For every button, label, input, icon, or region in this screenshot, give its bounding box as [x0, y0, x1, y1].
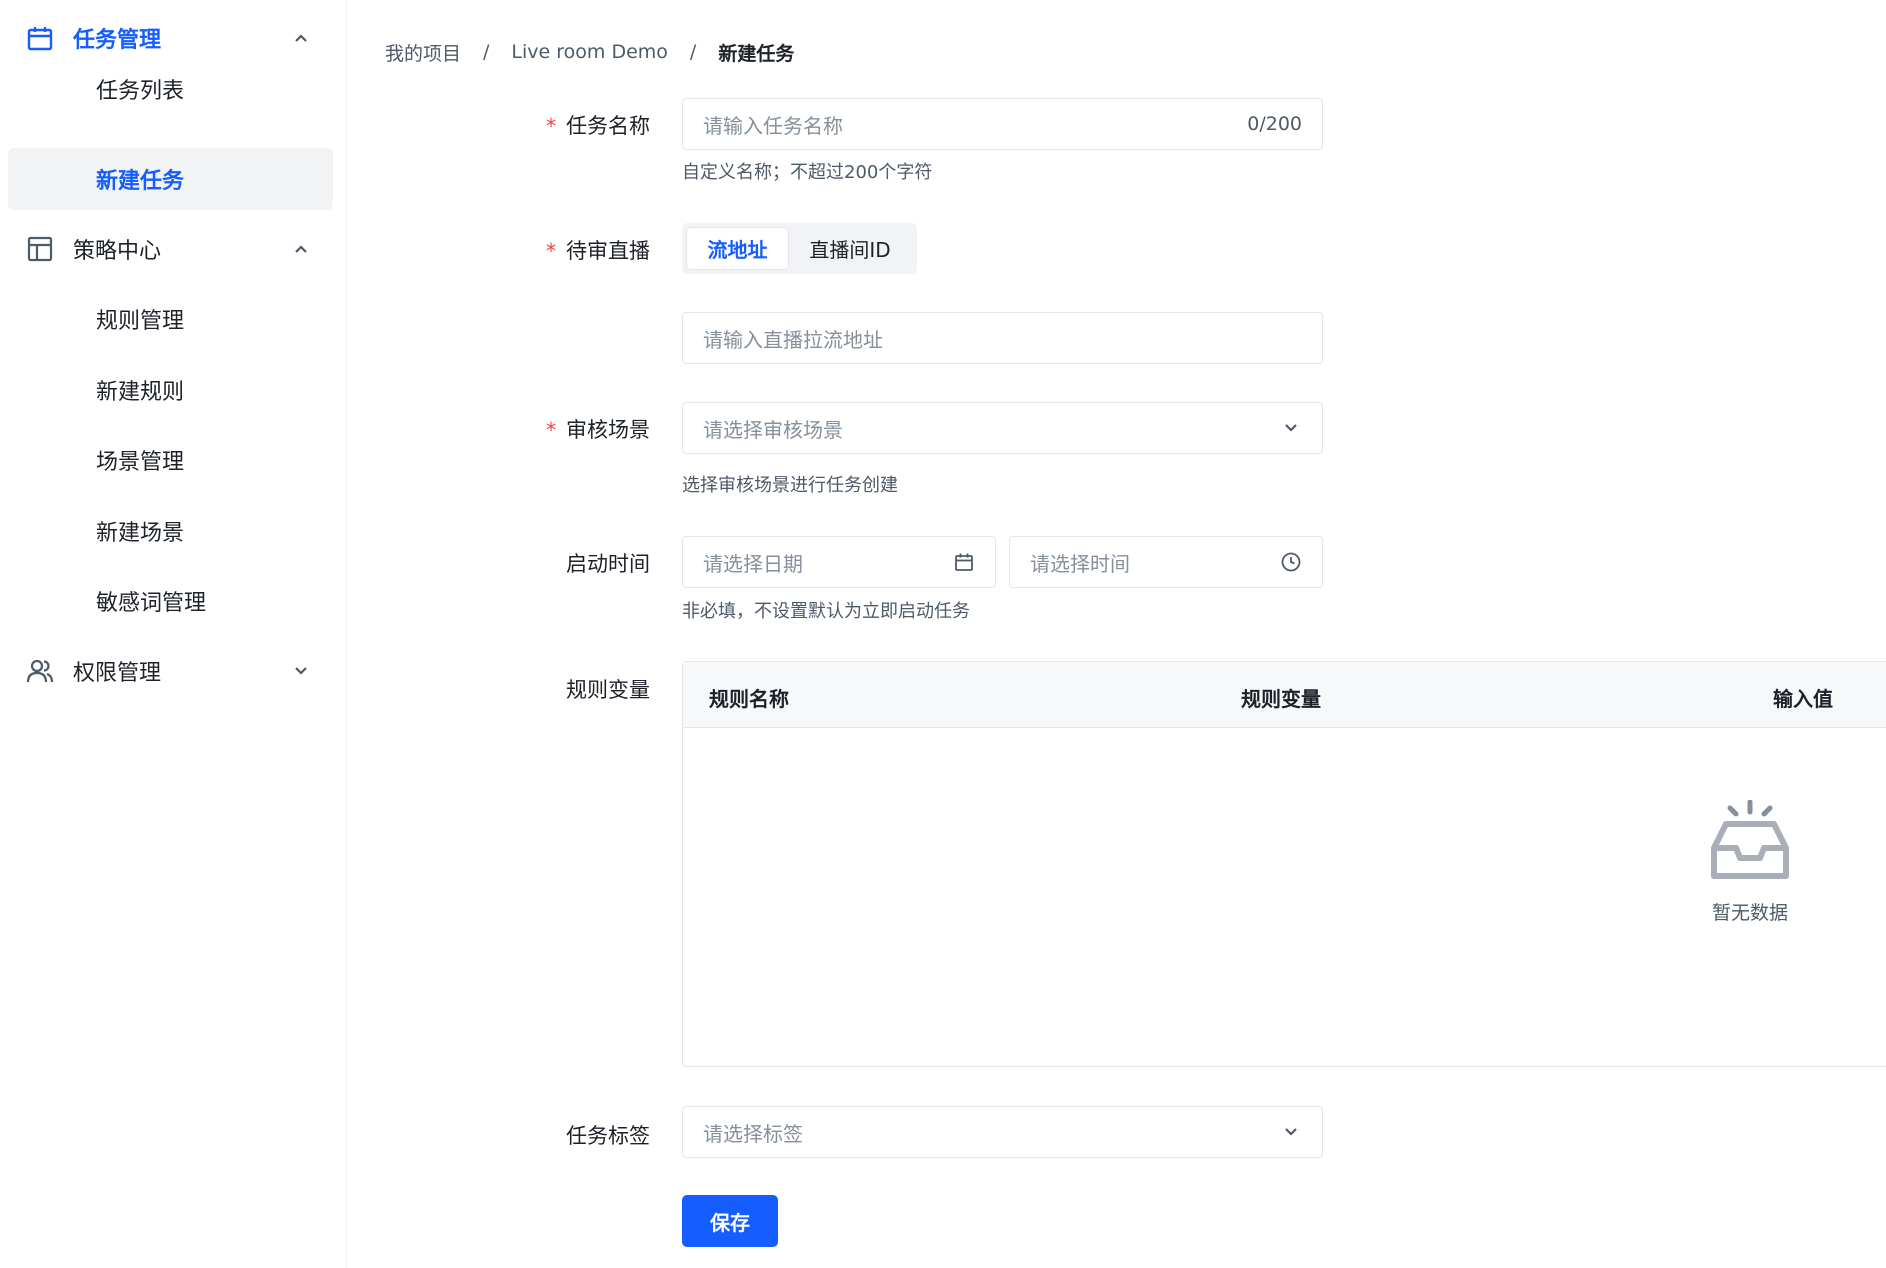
breadcrumb-item-project[interactable]: Live room Demo [511, 41, 667, 63]
required-mark: * [546, 418, 556, 442]
start-time-label: 启动时间 [566, 552, 650, 576]
calendar-icon [955, 553, 973, 571]
scene-select[interactable]: 请选择审核场景 [682, 402, 1323, 454]
breadcrumb-separator: / [689, 41, 697, 63]
chevron-down-icon [1285, 424, 1297, 432]
chevron-down-icon [295, 667, 307, 675]
task-name-hint: 自定义名称；不超过200个字符 [682, 162, 933, 183]
option-stream-url[interactable]: 流地址 [687, 228, 788, 269]
sidebar-item-new-scene[interactable]: 新建场景 [8, 500, 333, 562]
save-button[interactable]: 保存 [682, 1195, 778, 1247]
breadcrumb-current: 新建任务 [718, 42, 795, 65]
scene-label: * 审核场景 [546, 418, 650, 442]
sidebar-item-sensitive-words[interactable]: 敏感词管理 [8, 570, 333, 632]
rule-variables-label: 规则变量 [566, 678, 650, 702]
users-icon [26, 659, 54, 683]
sidebar-group-label: 权限管理 [73, 661, 162, 686]
sidebar: 任务管理 任务列表 新建任务 策略中心 规则管理 新建规则 场景管理 新建场景 … [0, 0, 347, 1268]
sidebar-group-label: 策略中心 [73, 239, 162, 264]
chevron-up-icon [295, 245, 307, 253]
column-header-rule-name: 规则名称 [709, 687, 789, 711]
layout-icon [27, 236, 53, 262]
empty-text: 暂无数据 [1711, 902, 1788, 924]
option-room-id[interactable]: 直播间ID [788, 228, 912, 269]
time-picker[interactable]: 请选择时间 [1009, 536, 1323, 588]
scene-hint: 选择审核场景进行任务创建 [682, 475, 898, 496]
date-placeholder: 请选择日期 [703, 551, 803, 576]
tags-select[interactable]: 请选择标签 [682, 1106, 1323, 1158]
sidebar-group-permission-management[interactable]: 权限管理 [0, 641, 347, 701]
task-name-placeholder: 请输入任务名称 [703, 113, 843, 138]
start-time-hint: 非必填，不设置默认为立即启动任务 [682, 601, 970, 622]
sidebar-item-rule-management[interactable]: 规则管理 [8, 288, 333, 350]
breadcrumb: 我的项目 / Live room Demo / 新建任务 [385, 38, 794, 66]
breadcrumb-separator: / [483, 41, 490, 63]
date-picker[interactable]: 请选择日期 [682, 536, 996, 588]
task-name-label: * 任务名称 [546, 114, 650, 138]
chevron-up-icon [295, 34, 307, 42]
chevron-down-icon [1285, 1128, 1297, 1136]
table-empty-state: 暂无数据 [1680, 799, 1820, 925]
task-name-input[interactable]: 请输入任务名称 0/200 [682, 98, 1323, 150]
sidebar-item-new-rule[interactable]: 新建规则 [8, 359, 333, 421]
sidebar-item-new-task[interactable]: 新建任务 [8, 148, 333, 210]
sidebar-group-label: 任务管理 [73, 28, 162, 53]
breadcrumb-item-my-projects[interactable]: 我的项目 [385, 39, 461, 66]
calendar-icon [27, 27, 53, 51]
stream-url-input[interactable]: 请输入直播拉流地址 [682, 312, 1323, 364]
column-header-input-value: 输入值 [1773, 687, 1833, 711]
tags-placeholder: 请选择标签 [703, 1121, 803, 1146]
stream-url-placeholder: 请输入直播拉流地址 [703, 327, 883, 352]
task-tags-label: 任务标签 [566, 1124, 650, 1148]
live-source-toggle: 流地址 直播间ID [682, 223, 917, 274]
live-source-label: * 待审直播 [546, 239, 650, 263]
required-mark: * [546, 114, 556, 138]
scene-placeholder: 请选择审核场景 [703, 417, 843, 442]
char-counter: 0/200 [1247, 113, 1302, 135]
sidebar-item-task-list[interactable]: 任务列表 [8, 58, 333, 120]
required-mark: * [546, 239, 556, 263]
column-header-rule-variable: 规则变量 [1241, 687, 1321, 711]
table-header: 规则名称 规则变量 输入值 [683, 662, 1886, 728]
empty-inbox-icon [1711, 799, 1789, 879]
time-placeholder: 请选择时间 [1030, 551, 1130, 576]
clock-icon [1281, 552, 1301, 572]
sidebar-group-strategy-center[interactable]: 策略中心 [0, 219, 347, 279]
sidebar-item-scene-management[interactable]: 场景管理 [8, 429, 333, 491]
